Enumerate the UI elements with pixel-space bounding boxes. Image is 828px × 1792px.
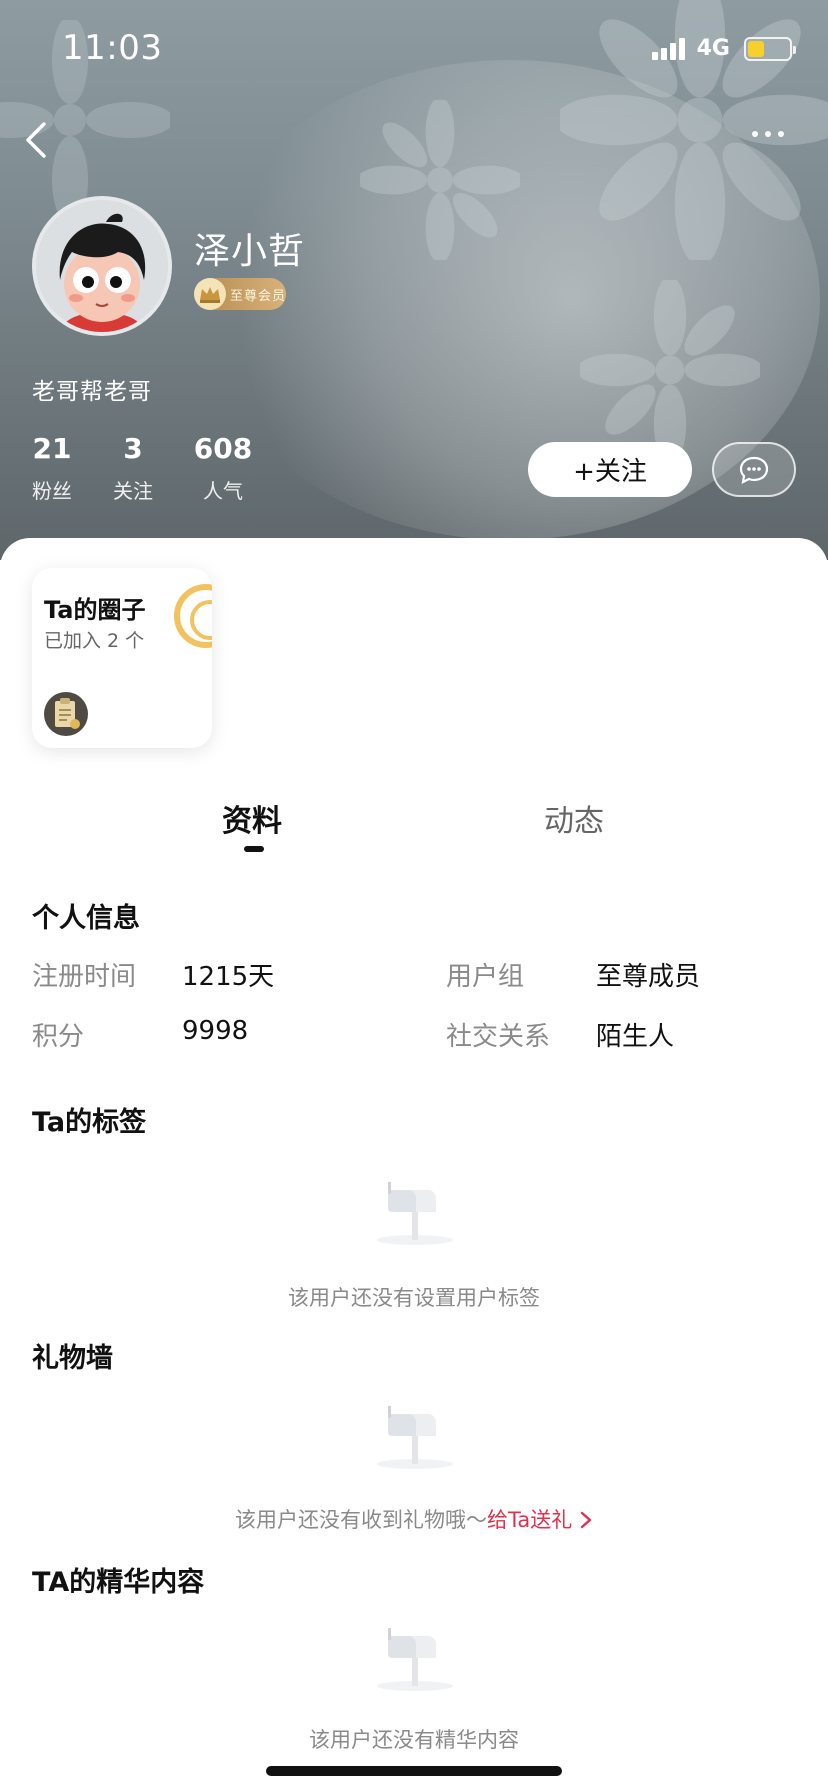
info-row: 注册时间 1215天 用户组 至尊成员	[32, 956, 812, 996]
tab-active-indicator	[244, 846, 264, 852]
info-label: 积分	[32, 1022, 85, 1052]
info-value: 陌生人	[596, 1022, 675, 1052]
user-stats: 21 粉丝 3 关注 608 人气	[32, 432, 255, 504]
empty-gifts-text: 该用户还没有收到礼物哦～	[235, 1508, 488, 1532]
info-row: 积分 9998 社交关系 陌生人	[32, 1016, 812, 1056]
profile-tabs: 资料 动态	[0, 796, 828, 876]
info-value: 至尊成员	[596, 962, 701, 992]
profile-header: 11:03 4G 泽小哲 至尊会员 老哥帮老哥 21 粉丝 3 关注 608 人…	[0, 0, 828, 560]
info-value: 9998	[182, 1016, 249, 1046]
empty-mailbox-icon	[377, 1182, 453, 1245]
network-type: 4G	[696, 36, 730, 61]
stat-label: 粉丝	[32, 479, 72, 503]
background-flower-decoration	[580, 280, 760, 460]
section-title-tags: Ta的标签	[32, 1107, 147, 1138]
empty-tags-text: 该用户还没有设置用户标签	[288, 1286, 540, 1310]
status-indicators: 4G	[651, 36, 796, 61]
profile-content-sheet: Ta的圈子 已加入 2 个 资料 动态 个人信息 注册时间 1215天 用户组 …	[0, 538, 828, 1792]
stat-following[interactable]: 3 关注	[113, 432, 153, 504]
empty-mailbox-icon	[377, 1406, 453, 1469]
info-value: 1215天	[182, 962, 275, 992]
home-indicator[interactable]	[266, 1766, 562, 1776]
empty-essence-text: 该用户还没有精华内容	[309, 1728, 519, 1752]
stat-value: 21	[32, 432, 72, 465]
crown-icon	[194, 278, 226, 310]
send-gift-link-label: 给Ta送礼	[487, 1508, 573, 1532]
stat-popularity[interactable]: 608 人气	[191, 432, 255, 504]
send-gift-link[interactable]: 给Ta送礼	[487, 1508, 593, 1532]
vip-badge-label: 至尊会员	[230, 288, 287, 304]
circle-card[interactable]: Ta的圈子 已加入 2 个	[32, 568, 212, 748]
circle-ring-icon	[174, 584, 212, 648]
follow-button[interactable]: +关注	[528, 442, 692, 497]
circle-card-title: Ta的圈子	[44, 596, 146, 624]
more-dots-icon	[752, 131, 758, 137]
more-options-button[interactable]	[752, 124, 792, 144]
back-button[interactable]	[20, 118, 56, 162]
chevron-right-icon	[580, 1511, 592, 1529]
avatar[interactable]	[32, 196, 172, 336]
chat-bubble-icon	[739, 456, 769, 484]
cartoon-boy-avatar-icon	[36, 200, 168, 332]
tab-profile-info[interactable]: 资料	[222, 796, 282, 840]
stat-value: 608	[193, 432, 253, 465]
message-button[interactable]	[712, 442, 796, 497]
stat-label: 关注	[113, 479, 153, 503]
user-signature: 老哥帮老哥	[32, 379, 152, 405]
stat-followers[interactable]: 21 粉丝	[32, 432, 72, 504]
empty-mailbox-icon	[377, 1628, 453, 1691]
background-flower-decoration	[360, 100, 520, 260]
info-label: 注册时间	[32, 962, 137, 992]
signal-icon	[651, 37, 685, 60]
user-nickname: 泽小哲	[194, 231, 306, 272]
section-title-personal-info: 个人信息	[32, 903, 140, 934]
empty-gifts-row: 该用户还没有收到礼物哦～给Ta送礼	[0, 1504, 828, 1534]
info-label: 用户组	[446, 962, 525, 992]
chevron-left-icon	[26, 122, 46, 158]
battery-icon	[744, 36, 796, 61]
section-title-essence: TA的精华内容	[32, 1567, 205, 1598]
tab-activity[interactable]: 动态	[544, 796, 604, 840]
section-title-gift-wall: 礼物墙	[32, 1343, 113, 1374]
stat-label: 人气	[203, 479, 243, 503]
circle-card-subtitle: 已加入 2 个	[44, 630, 145, 652]
vip-badge[interactable]: 至尊会员	[194, 278, 286, 310]
stat-value: 3	[123, 432, 143, 465]
status-time: 11:03	[62, 28, 163, 68]
info-label: 社交关系	[446, 1022, 551, 1052]
circle-avatar-icon	[44, 692, 88, 736]
